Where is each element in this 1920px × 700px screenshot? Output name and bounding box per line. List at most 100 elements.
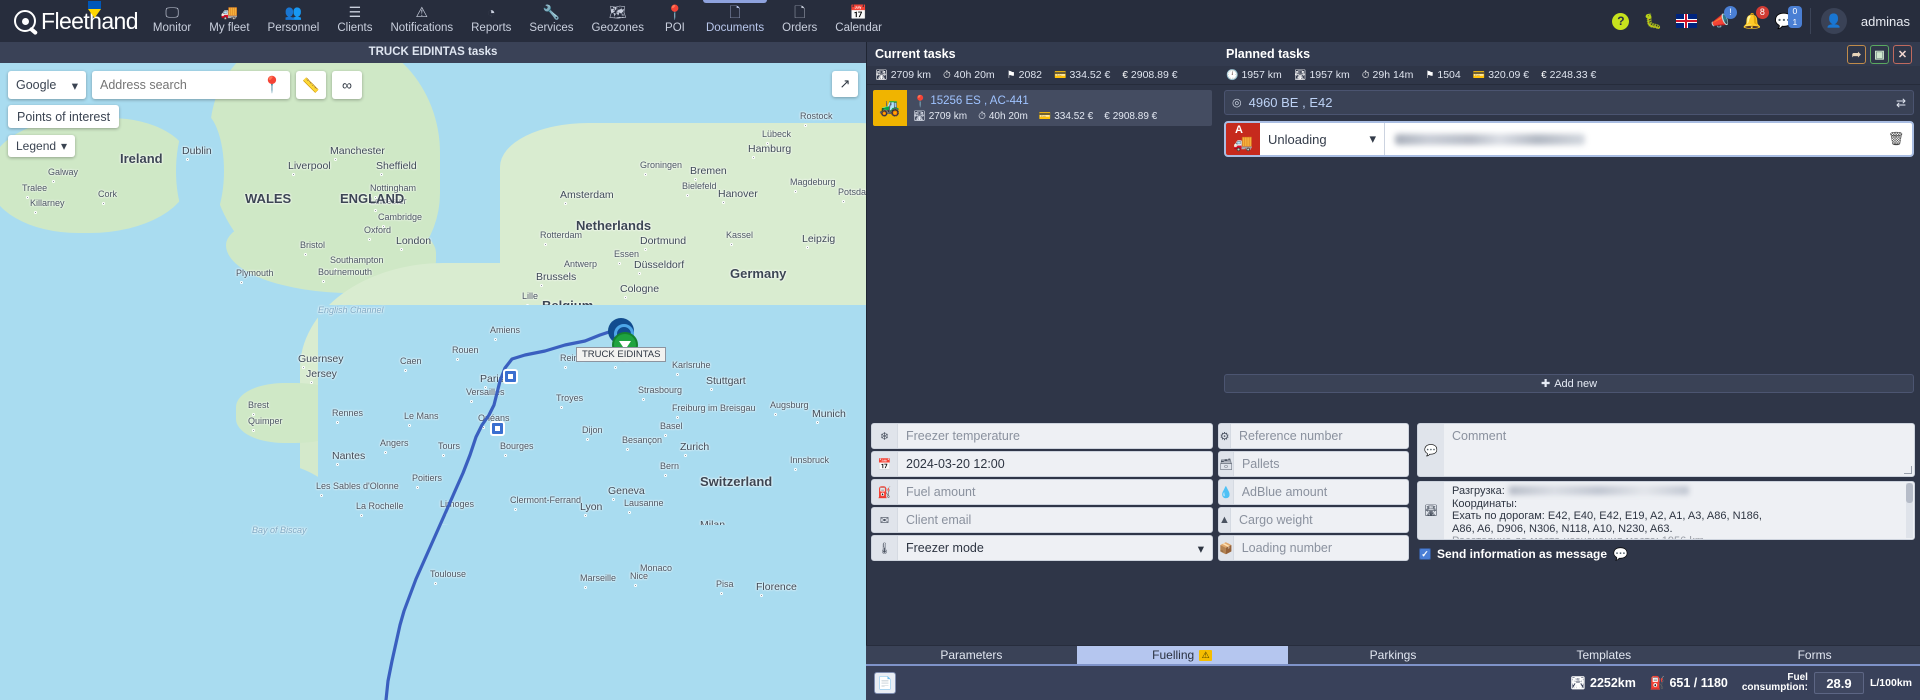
stat-value: 2709 km [890, 69, 931, 81]
weight-icon: ▲ [1219, 508, 1231, 532]
map-label: Bourges [500, 441, 534, 451]
save-button[interactable]: ▣ [1870, 44, 1889, 64]
map-city-dot [336, 421, 339, 424]
measure-ruler-button[interactable]: 📏 [296, 71, 326, 99]
route-info-box[interactable]: 🛣 Разгрузка: Координаты: Ехать по дорога… [1417, 481, 1915, 540]
close-button[interactable]: ✕ [1893, 44, 1912, 64]
form-field[interactable]: ⛽ [871, 479, 1213, 505]
comment-box[interactable]: 💬 Comment [1417, 423, 1915, 477]
form-field[interactable]: ▲ [1218, 507, 1409, 533]
nav-item-calendar[interactable]: 📅 Calendar [826, 0, 891, 42]
tab-parkings[interactable]: Parkings [1288, 646, 1499, 664]
shuffle-icon[interactable]: ⇄ [1896, 96, 1906, 110]
freezer-mode-select[interactable]: 🌡 Freezer mode ▾ [871, 535, 1213, 561]
legend-button[interactable]: Legend ▾ [8, 135, 76, 157]
map-toolbar: Google ▾ 📍 📏 ∞ [8, 71, 362, 99]
send-as-message-row[interactable]: ✓ Send information as message 💬 [1417, 544, 1915, 564]
truck-map-marker[interactable] [608, 318, 638, 358]
form-input[interactable] [1231, 508, 1408, 532]
map-expand-button[interactable]: ↗ [832, 71, 858, 97]
form-field[interactable]: 🗃 [1218, 451, 1409, 477]
help-icon[interactable]: ? [1612, 10, 1630, 32]
map-label: Germany [730, 266, 787, 281]
map-city-dot [564, 366, 567, 369]
nav-item-my-fleet[interactable]: 🚚 My fleet [200, 0, 258, 42]
form-input[interactable] [1233, 452, 1408, 476]
form-input[interactable] [898, 480, 1212, 504]
pin-icon[interactable]: 📍 [262, 75, 282, 95]
tab-parameters[interactable]: Parameters [866, 646, 1077, 664]
form-input[interactable] [898, 452, 1212, 476]
form-field[interactable]: ❄ [871, 423, 1213, 449]
tab-forms[interactable]: Forms [1709, 646, 1920, 664]
language-flag-uk-icon[interactable] [1675, 10, 1697, 32]
map-canvas[interactable]: TRUCK EIDINTAS Google ▾ 📍 📏 ∞ Points of … [0, 63, 866, 700]
route-waypoint-marker[interactable] [490, 421, 505, 436]
ukraine-flag-icon [88, 1, 101, 18]
bug-icon[interactable]: 🐛 [1644, 10, 1663, 32]
points-of-interest-button[interactable]: Points of interest [8, 105, 120, 128]
delete-stop-button[interactable]: 🗑 [1880, 123, 1912, 155]
map-provider-select[interactable]: Google ▾ [8, 71, 86, 99]
form-field[interactable]: 📅 [871, 451, 1213, 477]
form-input[interactable] [1231, 424, 1408, 448]
stat-value: 40h 20m [988, 111, 1028, 122]
form-input[interactable] [1233, 536, 1408, 560]
stop-address-field[interactable] [1385, 123, 1880, 155]
tab-label: Fuelling [1152, 648, 1195, 662]
nav-item-reports[interactable]: ◔ Reports [462, 0, 520, 42]
alerts-bell-icon[interactable]: 🔔 8 [1743, 6, 1769, 32]
route-scrollbar[interactable] [1906, 483, 1913, 538]
map-sea-irish [176, 111, 224, 231]
comment-placeholder[interactable]: Comment [1444, 424, 1914, 476]
stat-value: 1504 [1437, 69, 1461, 81]
route-tool-button[interactable]: ∞ [332, 71, 362, 99]
nav-item-documents[interactable]: 🗋 Documents [697, 0, 773, 42]
warning-icon: ⚠ [415, 3, 429, 20]
nav-item-orders[interactable]: 🗋 Orders [773, 0, 826, 42]
nav-item-notifications[interactable]: ⚠ Notifications [381, 0, 462, 42]
map-city-dot [408, 424, 411, 427]
fuel-consumption-value[interactable]: 28.9 [1813, 672, 1864, 694]
form-field[interactable]: 💧 [1218, 479, 1409, 505]
address-search-box[interactable]: 📍 [92, 71, 290, 99]
share-button[interactable]: ➦ [1847, 44, 1866, 64]
tab-templates[interactable]: Templates [1498, 646, 1709, 664]
address-search-input[interactable] [100, 78, 263, 92]
announcements-icon[interactable]: 📣 ! [1711, 6, 1737, 32]
map-city-dot [442, 454, 445, 457]
map-label: Bournemouth [318, 267, 373, 277]
task-card[interactable]: 🚜 📍 15256 ES , AC-441 🛣 2709 km ⏱ 40h 20m 💳 334.… [873, 90, 1212, 126]
form-field[interactable]: ✉ [871, 507, 1213, 533]
form-input[interactable] [898, 424, 1212, 448]
messages-icon[interactable]: 💬 0 1 [1775, 6, 1802, 32]
map-label: Rostock [800, 111, 833, 121]
nav-item-monitor[interactable]: 🖵 Monitor [144, 0, 200, 42]
stop-type-select[interactable]: Unloading ▾ [1260, 123, 1385, 155]
map-label: Antwerp [564, 259, 598, 269]
user-avatar[interactable]: 👤 [1820, 8, 1847, 34]
freezer-mode-value[interactable]: Freezer mode ▾ [898, 536, 1212, 560]
tab-fuelling[interactable]: Fuelling ⚠ [1076, 646, 1288, 664]
nav-item-clients[interactable]: ☰ Clients [328, 0, 381, 42]
send-as-message-checkbox[interactable]: ✓ [1419, 548, 1431, 560]
nav-item-personnel[interactable]: 👥 Personnel [259, 0, 329, 42]
form-input[interactable] [1233, 480, 1408, 504]
clock-icon: ⏱ [942, 69, 951, 81]
add-new-button[interactable]: ✚ Add new [1224, 374, 1914, 393]
route-waypoint-marker[interactable] [503, 369, 518, 384]
form-input[interactable] [898, 508, 1212, 532]
brand-logo[interactable]: Fleethand [0, 0, 144, 42]
map-city-dot [252, 429, 255, 432]
nav-item-services[interactable]: 🔧 Services [520, 0, 582, 42]
form-field[interactable]: ⚙ [1218, 423, 1409, 449]
planned-stop-row[interactable]: A 🚚 Unloading ▾ 🗑 [1224, 121, 1914, 157]
map-city-dot [494, 338, 497, 341]
map-label: Poitiers [412, 473, 443, 483]
tab-bar: Parameters Fuelling ⚠ Parkings Templates Form… [866, 645, 1920, 664]
nav-item-poi[interactable]: 📍 POI [653, 0, 697, 42]
nav-item-geozones[interactable]: 🗺 Geozones [583, 0, 653, 42]
document-icon[interactable]: 📄 [874, 672, 896, 694]
planned-address-bar[interactable]: ◎ 4960 BE , E42 ⇄ [1224, 90, 1914, 115]
form-field[interactable]: 📦 [1218, 535, 1409, 561]
